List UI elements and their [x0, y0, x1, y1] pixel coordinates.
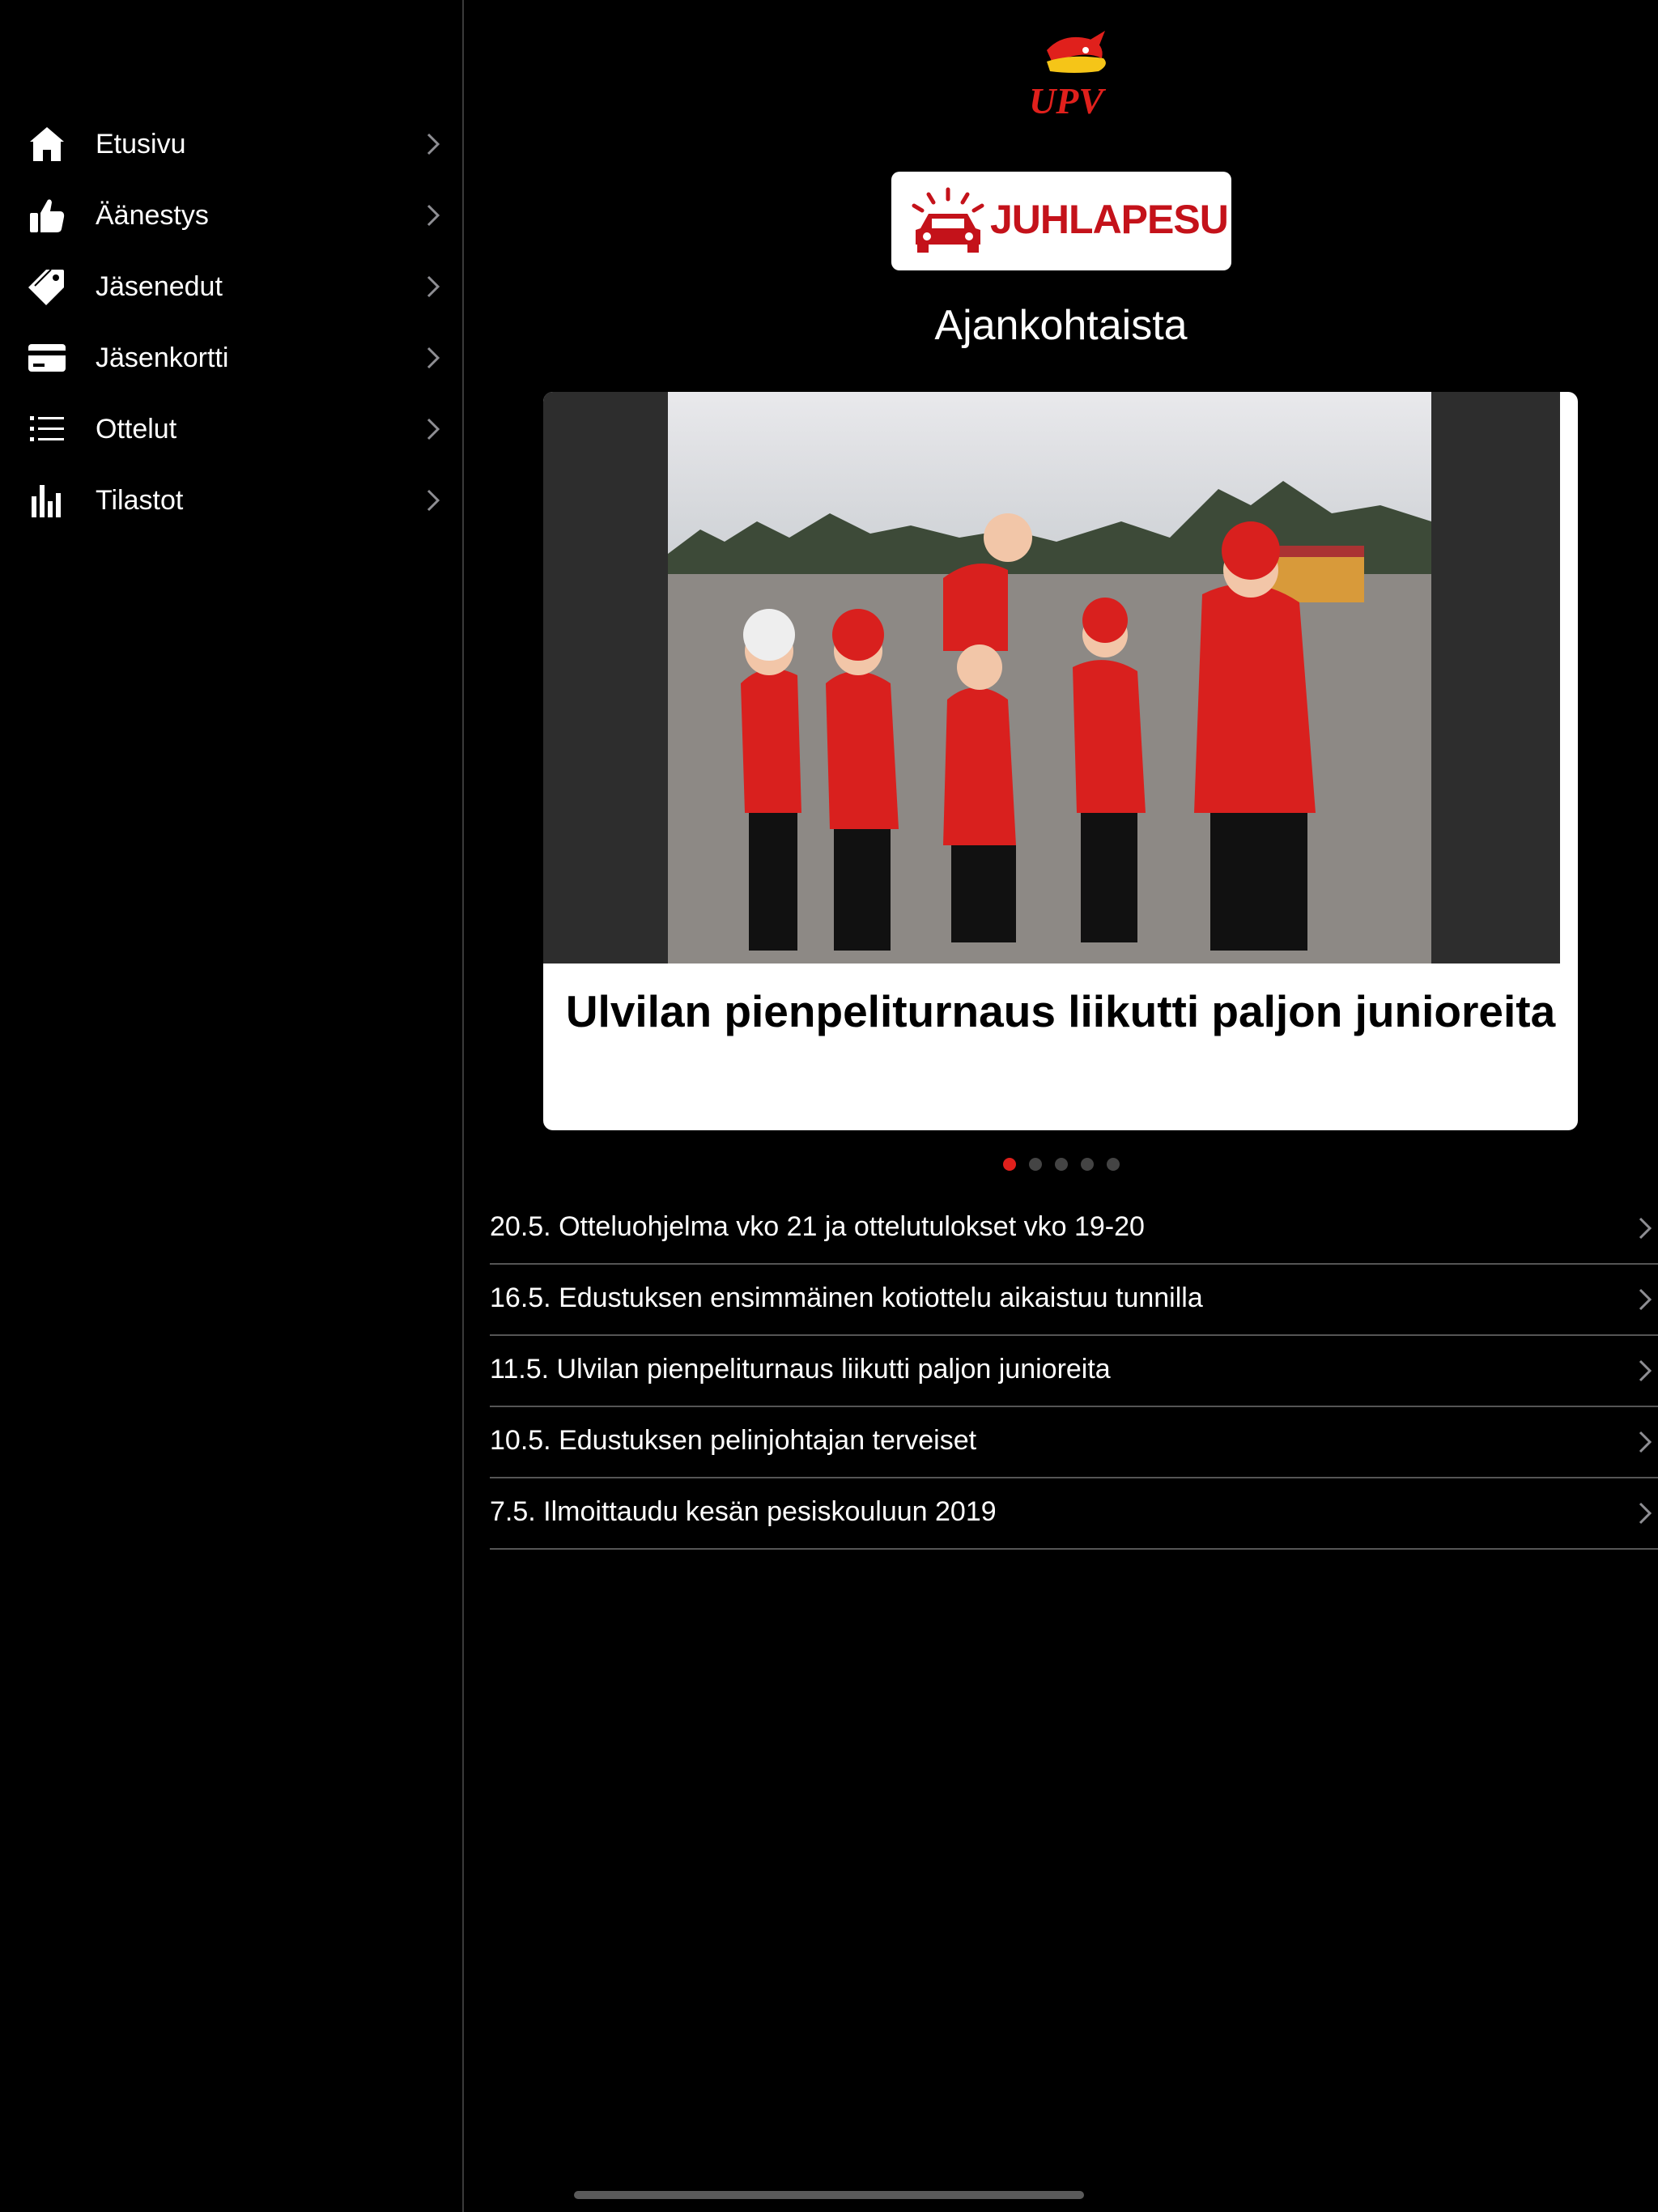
thumbs-up-icon [26, 196, 68, 235]
home-indicator[interactable] [574, 2191, 1084, 2199]
sidebar-item-jasenedut[interactable]: Jäsenedut [0, 251, 462, 322]
featured-headline: Ulvilan pienpeliturnaus liikutti paljon … [565, 986, 1556, 1036]
car-wash-icon [912, 187, 984, 253]
section-title: Ajankohtaista [934, 302, 1188, 349]
sidebar-item-label: Äänestys [96, 199, 209, 231]
chevron-right-icon [427, 275, 440, 298]
svg-text:UPV: UPV [1029, 80, 1106, 118]
main-content: UPV JUHLAPESU Ajankohtaista Ulvilan pien… [464, 0, 1658, 2212]
sponsor-name: JUHLAPESU [990, 197, 1229, 242]
list-item[interactable]: 11.5. Ulvilan pienpeliturnaus liikutti p… [490, 1336, 1658, 1407]
sidebar: Etusivu Äänestys Jäsenedut Jäsenkortti O… [0, 0, 464, 2212]
page-dot[interactable] [1028, 1158, 1042, 1171]
featured-photo [668, 392, 1431, 963]
credit-card-icon [26, 338, 68, 377]
news-title: 10.5. Edustuksen pelinjohtajan terveiset [490, 1425, 977, 1456]
chevron-right-icon [1639, 1359, 1652, 1382]
sidebar-item-etusivu[interactable]: Etusivu [0, 108, 462, 180]
list-icon [26, 410, 68, 449]
page-dot[interactable] [1054, 1158, 1068, 1171]
chevron-right-icon [427, 204, 440, 227]
sidebar-item-label: Ottelut [96, 413, 177, 445]
sidebar-item-jasenkortti[interactable]: Jäsenkortti [0, 322, 462, 393]
chevron-right-icon [427, 418, 440, 440]
news-list: 20.5. Otteluohjelma vko 21 ja ottelutulo… [490, 1193, 1658, 1550]
sidebar-item-label: Etusivu [96, 128, 186, 160]
chevron-right-icon [1639, 1288, 1652, 1311]
page-dot[interactable] [1080, 1158, 1094, 1171]
featured-news-card[interactable]: Ulvilan pienpeliturnaus liikutti paljon … [543, 392, 1578, 1130]
sidebar-item-label: Jäsenedut [96, 270, 223, 302]
list-item[interactable]: 16.5. Edustuksen ensimmäinen kotiottelu … [490, 1265, 1658, 1336]
news-title: 16.5. Edustuksen ensimmäinen kotiottelu … [490, 1283, 1203, 1313]
chevron-right-icon [1639, 1431, 1652, 1453]
news-title: 11.5. Ulvilan pienpeliturnaus liikutti p… [490, 1354, 1111, 1385]
chevron-right-icon [427, 133, 440, 155]
sidebar-item-label: Jäsenkortti [96, 342, 229, 373]
chevron-right-icon [427, 347, 440, 369]
sidebar-item-ottelut[interactable]: Ottelut [0, 393, 462, 465]
page-dot[interactable] [1002, 1158, 1016, 1171]
list-item[interactable]: 10.5. Edustuksen pelinjohtajan terveiset [490, 1407, 1658, 1478]
sidebar-nav: Etusivu Äänestys Jäsenedut Jäsenkortti O… [0, 108, 462, 536]
sponsor-banner[interactable]: JUHLAPESU [891, 172, 1231, 270]
page-dot[interactable] [1106, 1158, 1120, 1171]
carousel-page-indicator[interactable] [464, 1158, 1658, 1171]
chevron-right-icon [1639, 1502, 1652, 1525]
chevron-right-icon [1639, 1217, 1652, 1240]
featured-image-frame [543, 392, 1560, 963]
sidebar-item-label: Tilastot [96, 484, 184, 516]
list-item[interactable]: 7.5. Ilmoittaudu kesän pesiskouluun 2019 [490, 1478, 1658, 1550]
home-icon [26, 125, 68, 164]
sidebar-item-aanestys[interactable]: Äänestys [0, 180, 462, 251]
bar-chart-icon [26, 481, 68, 520]
sidebar-item-tilastot[interactable]: Tilastot [0, 465, 462, 536]
chevron-right-icon [427, 489, 440, 512]
club-logo: UPV [1029, 31, 1106, 118]
news-title: 7.5. Ilmoittaudu kesän pesiskouluun 2019 [490, 1496, 997, 1527]
news-title: 20.5. Otteluohjelma vko 21 ja ottelutulo… [490, 1211, 1145, 1242]
tag-icon [26, 267, 68, 306]
list-item[interactable]: 20.5. Otteluohjelma vko 21 ja ottelutulo… [490, 1193, 1658, 1265]
